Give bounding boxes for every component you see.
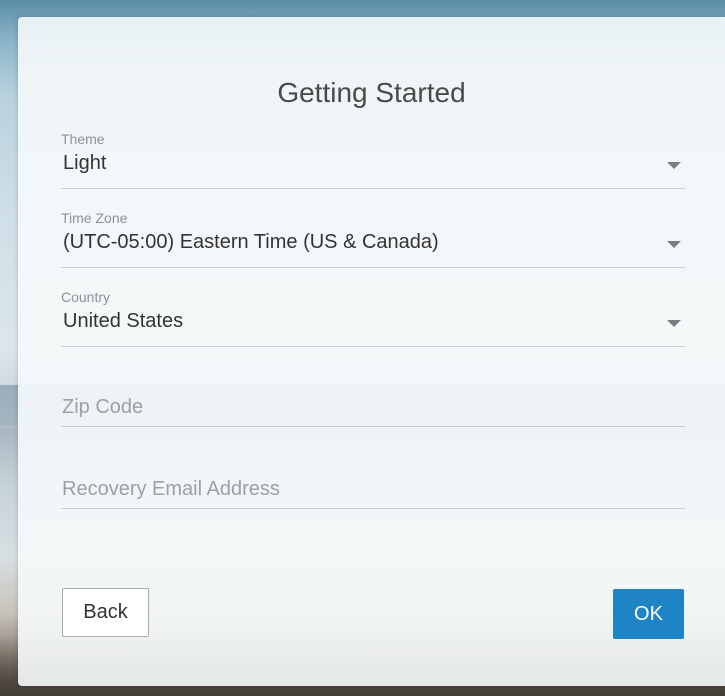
recovery-email-field-wrapper: [61, 471, 685, 509]
time-zone-dropdown-caret-icon[interactable]: [667, 241, 681, 248]
country-select[interactable]: Country United States: [61, 289, 685, 347]
theme-value: Light: [63, 152, 107, 174]
country-dropdown-caret-icon[interactable]: [667, 320, 681, 327]
getting-started-dialog: Getting Started Theme Light Time Zone (U…: [18, 17, 725, 686]
theme-select[interactable]: Theme Light: [61, 131, 685, 189]
zip-code-field-wrapper: [61, 389, 685, 427]
time-zone-label: Time Zone: [61, 210, 128, 226]
zip-code-input[interactable]: [61, 389, 685, 426]
back-button[interactable]: Back: [62, 588, 149, 637]
recovery-email-input[interactable]: [61, 471, 685, 508]
ok-button[interactable]: OK: [613, 589, 684, 639]
dialog-title: Getting Started: [277, 77, 466, 108]
time-zone-select[interactable]: Time Zone (UTC-05:00) Eastern Time (US &…: [61, 210, 685, 268]
time-zone-value: (UTC-05:00) Eastern Time (US & Canada): [63, 231, 439, 253]
country-value: United States: [63, 310, 184, 332]
country-label: Country: [61, 289, 111, 305]
theme-dropdown-caret-icon[interactable]: [667, 162, 681, 169]
theme-label: Theme: [61, 131, 105, 147]
